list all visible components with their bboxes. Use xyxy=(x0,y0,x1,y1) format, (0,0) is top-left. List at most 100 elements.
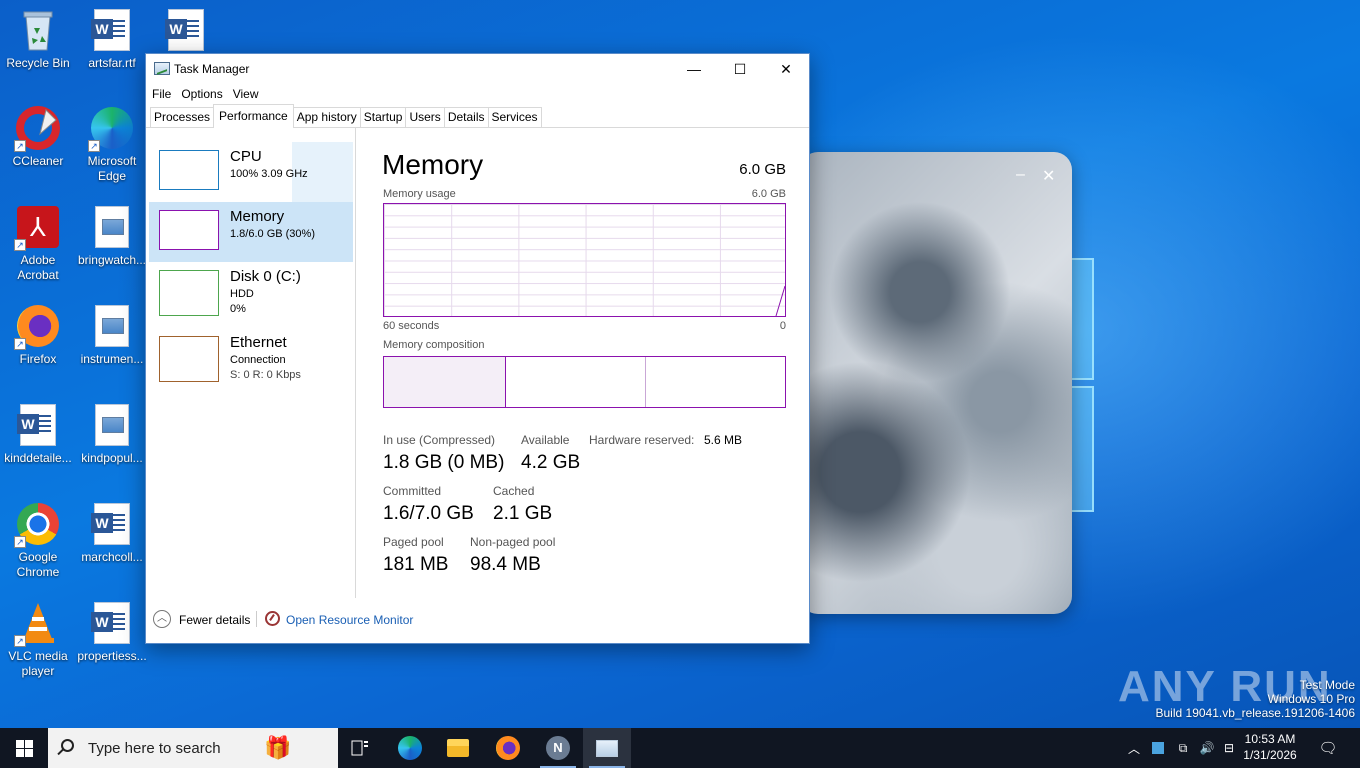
usage-graph-line xyxy=(775,285,785,316)
taskbar-firefox[interactable] xyxy=(484,728,532,768)
title-bar[interactable]: Task Manager — ☐ ✕ xyxy=(146,54,809,84)
start-button[interactable] xyxy=(0,728,48,768)
maximize-button[interactable]: ☐ xyxy=(717,54,763,84)
memory-total: 6.0 GB xyxy=(739,161,786,178)
close-button[interactable]: ✕ xyxy=(1042,166,1055,186)
available-label: Available xyxy=(521,433,570,447)
desktop-icon-firefox[interactable]: ↗ Firefox xyxy=(0,304,76,367)
menu-file[interactable]: File xyxy=(152,84,171,104)
taskbar-task-manager[interactable] xyxy=(583,728,631,768)
desktop-icon-word-doc[interactable] xyxy=(148,8,224,56)
desktop-icon-recycle-bin[interactable]: Recycle Bin xyxy=(0,8,76,71)
menu-options[interactable]: Options xyxy=(181,84,222,104)
minimize-button[interactable]: – xyxy=(1016,166,1025,184)
windows-logo-icon xyxy=(16,740,24,748)
blurred-app-window[interactable]: – ✕ xyxy=(800,152,1072,614)
resource-name: Ethernet xyxy=(230,334,287,351)
desktop-icon-bringwatch[interactable]: bringwatch... xyxy=(74,205,150,268)
committed-value: 1.6/7.0 GB xyxy=(383,503,474,524)
in-use-value: 1.8 GB (0 MB) xyxy=(383,452,505,473)
paged-pool-value: 181 MB xyxy=(383,554,449,575)
tab-app-history[interactable]: App history xyxy=(292,107,361,127)
memory-usage-graph xyxy=(383,203,786,317)
footer-divider xyxy=(256,611,257,627)
windows-logo-icon xyxy=(25,749,33,757)
resource-item-cpu[interactable]: CPU 100% 3.09 GHz xyxy=(149,142,353,202)
resource-item-ethernet[interactable]: Ethernet Connection S: 0 R: 0 Kbps xyxy=(149,328,353,392)
resource-item-memory[interactable]: Memory 1.8/6.0 GB (30%) xyxy=(149,202,353,262)
time-axis-left: 60 seconds xyxy=(383,320,440,332)
file-explorer-icon xyxy=(447,739,469,757)
resource-list: CPU 100% 3.09 GHz Memory 1.8/6.0 GB (30%… xyxy=(146,128,356,598)
resource-name: Disk 0 (C:) xyxy=(230,268,301,285)
taskbar-clock[interactable]: 10:53 AM 1/31/2026 xyxy=(1238,731,1302,763)
test-mode-text: Test Mode Windows 10 Pro Build 19041.vb_… xyxy=(1156,678,1356,720)
volume-icon[interactable]: 🔊 xyxy=(1198,728,1216,768)
memory-usage-label: Memory usage xyxy=(383,188,456,200)
desktop-icon-label: instrumen... xyxy=(80,352,144,366)
tray-app-icon[interactable] xyxy=(1150,728,1166,768)
search-placeholder: Type here to search xyxy=(88,740,221,757)
desktop-icon-kindpopul[interactable]: kindpopul... xyxy=(74,403,150,466)
disk-thumbnail xyxy=(159,270,219,316)
edge-icon: ↗ xyxy=(88,106,134,152)
desktop-icon-instrumen[interactable]: instrumen... xyxy=(74,304,150,367)
firefox-icon: ↗ xyxy=(14,304,60,350)
desktop-icon-edge[interactable]: ↗ Microsoft Edge xyxy=(74,106,150,184)
desktop-icon-vlc[interactable]: ↗ VLC media player xyxy=(0,601,76,679)
menu-view[interactable]: View xyxy=(233,84,259,104)
resource-monitor-icon xyxy=(265,611,280,626)
word-document-icon xyxy=(164,8,208,52)
ccleaner-icon: ↗ xyxy=(14,106,60,152)
hardware-reserved-label: Hardware reserved: xyxy=(589,433,695,447)
cached-label: Cached xyxy=(493,484,535,498)
tab-details[interactable]: Details xyxy=(443,107,489,127)
desktop-icon-chrome[interactable]: ↗ Google Chrome xyxy=(0,502,76,580)
ethernet-thumbnail xyxy=(159,336,219,382)
paged-pool-label: Paged pool xyxy=(383,535,444,549)
test-mode-line: Test Mode xyxy=(1299,678,1355,692)
network-icon[interactable]: ⧉ xyxy=(1174,728,1192,768)
tab-bar: Processes Performance App history Startu… xyxy=(146,104,809,128)
image-document-icon xyxy=(90,403,134,447)
desktop-icon-marchcoll[interactable]: marchcoll... xyxy=(74,502,150,565)
resource-detail: 100% 3.09 GHz xyxy=(230,168,308,180)
tab-startup[interactable]: Startup xyxy=(359,107,407,127)
desktop-icon-kinddetaile[interactable]: kinddetaile... xyxy=(0,403,76,466)
chevron-up-icon[interactable]: ︿ xyxy=(1126,728,1142,768)
task-view-button[interactable] xyxy=(336,728,384,768)
resource-item-disk[interactable]: Disk 0 (C:) HDD 0% xyxy=(149,262,353,326)
windows-logo-icon xyxy=(25,740,33,748)
chevron-up-icon[interactable]: ︿ xyxy=(153,610,171,628)
fewer-details-button[interactable]: Fewer details xyxy=(179,613,250,627)
desktop-icon-artsfar[interactable]: artsfar.rtf xyxy=(74,8,150,71)
composition-in-use xyxy=(384,357,506,407)
close-button[interactable]: ✕ xyxy=(763,54,809,84)
desktop-icon-ccleaner[interactable]: ↗ CCleaner xyxy=(0,106,76,169)
tab-performance[interactable]: Performance xyxy=(213,104,294,128)
open-resource-monitor-link[interactable]: Open Resource Monitor xyxy=(286,613,413,627)
tab-services[interactable]: Services xyxy=(487,107,542,127)
desktop-icon-label: Adobe Acrobat xyxy=(17,253,59,282)
taskbar-file-explorer[interactable] xyxy=(434,728,482,768)
taskbar-search-box[interactable]: Type here to search 🎁 xyxy=(48,728,338,768)
taskbar-edge[interactable] xyxy=(386,728,434,768)
taskbar-app[interactable]: N xyxy=(534,728,582,768)
resource-detail: Connection xyxy=(230,354,286,366)
desktop-icon-propertiess[interactable]: propertiess... xyxy=(74,601,150,664)
search-icon xyxy=(61,739,74,752)
task-manager-icon xyxy=(596,739,618,757)
ime-icon[interactable]: ⊟ xyxy=(1220,728,1238,768)
desktop-icon-label: propertiess... xyxy=(77,649,147,663)
firefox-icon xyxy=(496,736,520,760)
tab-users[interactable]: Users xyxy=(405,107,445,127)
desktop-icon-acrobat[interactable]: ⅄ ↗ Adobe Acrobat xyxy=(0,205,76,283)
time-axis-right: 0 xyxy=(779,320,786,332)
tab-processes[interactable]: Processes xyxy=(150,107,215,127)
minimize-button[interactable]: — xyxy=(671,54,717,84)
unknown-app-icon: N xyxy=(546,736,570,760)
edge-icon xyxy=(398,736,422,760)
task-manager-window[interactable]: Task Manager — ☐ ✕ File Options View Pro… xyxy=(145,53,810,644)
desktop-icon-label: artsfar.rtf xyxy=(88,56,136,70)
notifications-icon[interactable]: 🗨 xyxy=(1314,728,1342,768)
